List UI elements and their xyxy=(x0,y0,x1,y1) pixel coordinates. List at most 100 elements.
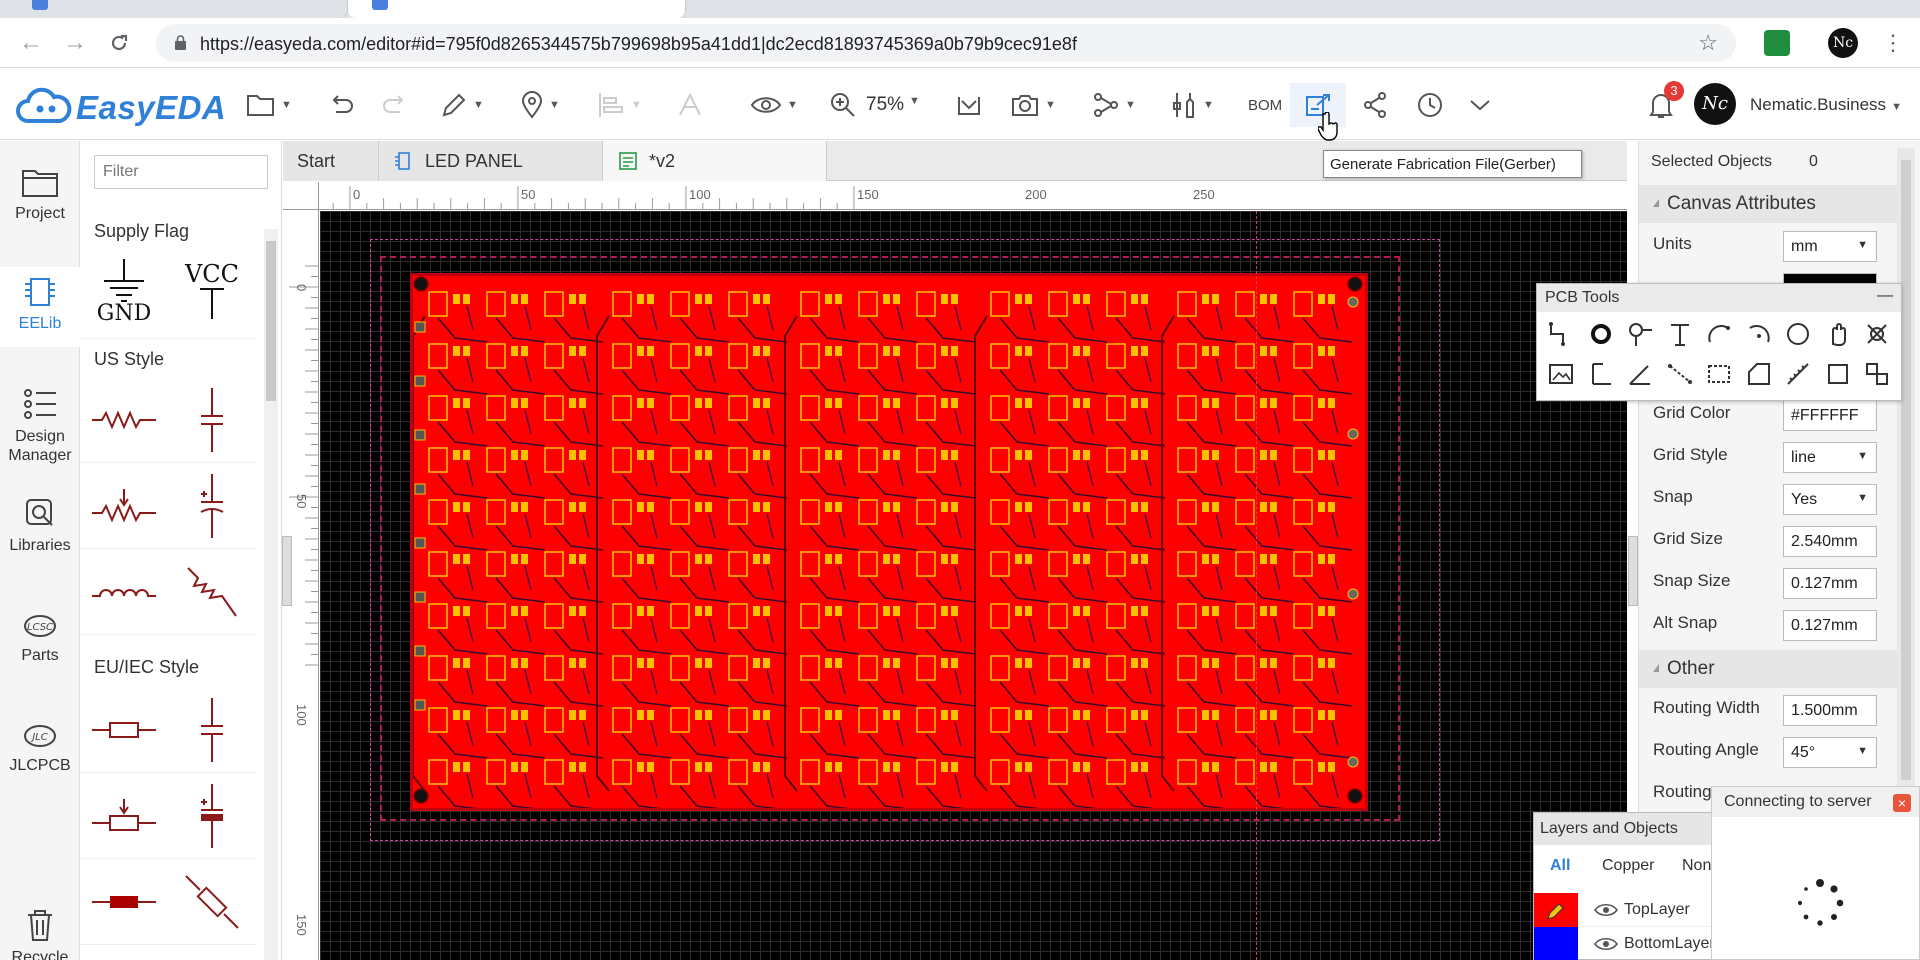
draw-tool-button[interactable]: ▼ xyxy=(440,85,484,125)
led-footprint[interactable] xyxy=(486,551,506,577)
browser-tab[interactable] xyxy=(8,0,348,18)
bookmark-star-icon[interactable]: ☆ xyxy=(1698,30,1718,56)
tools-button[interactable]: ▼ xyxy=(1170,85,1214,125)
track-icon[interactable] xyxy=(1545,318,1577,350)
led-footprint[interactable] xyxy=(800,655,820,681)
led-footprint[interactable] xyxy=(428,707,448,733)
led-footprint[interactable] xyxy=(1106,499,1126,525)
properties-scrollbar-thumb[interactable] xyxy=(1901,160,1911,780)
led-footprint[interactable] xyxy=(990,603,1010,629)
led-footprint[interactable] xyxy=(612,447,632,473)
led-footprint[interactable] xyxy=(544,447,564,473)
led-footprint[interactable] xyxy=(990,707,1010,733)
routing-angle-select[interactable]: 45° xyxy=(1783,737,1877,768)
align-button[interactable]: ▼ xyxy=(596,85,642,125)
led-footprint[interactable] xyxy=(800,707,820,733)
group-icon[interactable] xyxy=(1861,358,1893,390)
section-canvas-attributes[interactable]: Canvas Attributes xyxy=(1639,185,1901,223)
led-footprint[interactable] xyxy=(1235,655,1255,681)
rail-item-parts[interactable]: LCSC Parts xyxy=(0,611,80,665)
rail-item-project[interactable]: Project xyxy=(0,165,80,223)
pcb-board[interactable] xyxy=(410,273,1368,811)
tab-start[interactable]: Start xyxy=(283,141,379,181)
led-footprint[interactable] xyxy=(1235,603,1255,629)
rail-item-jlcpcb[interactable]: JLC JLCPCB xyxy=(0,721,80,775)
led-footprint[interactable] xyxy=(1177,551,1197,577)
led-footprint[interactable] xyxy=(1177,655,1197,681)
led-footprint[interactable] xyxy=(670,603,690,629)
reload-icon[interactable] xyxy=(106,30,132,56)
led-footprint[interactable] xyxy=(670,395,690,421)
inductor-symbol[interactable] xyxy=(80,549,168,635)
led-footprint[interactable] xyxy=(1106,655,1126,681)
led-footprint[interactable] xyxy=(1235,343,1255,369)
led-footprint[interactable] xyxy=(544,499,564,525)
led-footprint[interactable] xyxy=(1106,603,1126,629)
format-button[interactable] xyxy=(676,85,704,125)
address-bar[interactable]: https://easyeda.com/editor#id=795f0d8265… xyxy=(156,24,1736,62)
led-footprint[interactable] xyxy=(1048,655,1068,681)
led-footprint[interactable] xyxy=(612,343,632,369)
led-footprint[interactable] xyxy=(728,551,748,577)
led-footprint[interactable] xyxy=(1048,447,1068,473)
close-icon[interactable]: × xyxy=(1893,794,1911,812)
collapse-right-handle[interactable] xyxy=(1628,536,1638,606)
led-footprint[interactable] xyxy=(990,551,1010,577)
snap-select[interactable]: Yes xyxy=(1783,484,1877,515)
led-footprint[interactable] xyxy=(1235,395,1255,421)
led-footprint[interactable] xyxy=(612,759,632,785)
led-footprint[interactable] xyxy=(1048,343,1068,369)
led-footprint[interactable] xyxy=(858,499,878,525)
led-footprint[interactable] xyxy=(1177,759,1197,785)
led-footprint[interactable] xyxy=(1235,759,1255,785)
led-footprint[interactable] xyxy=(1048,291,1068,317)
led-footprint[interactable] xyxy=(858,551,878,577)
led-footprint[interactable] xyxy=(428,291,448,317)
units-select[interactable]: mm xyxy=(1783,231,1877,262)
potentiometer-us-symbol[interactable] xyxy=(80,463,168,549)
pad-icon[interactable] xyxy=(1585,318,1617,350)
led-footprint[interactable] xyxy=(428,759,448,785)
led-footprint[interactable] xyxy=(428,395,448,421)
led-footprint[interactable] xyxy=(486,499,506,525)
led-footprint[interactable] xyxy=(670,759,690,785)
tab-v2[interactable]: *v2 xyxy=(603,141,827,181)
led-footprint[interactable] xyxy=(1048,551,1068,577)
led-footprint[interactable] xyxy=(1293,395,1313,421)
led-footprint[interactable] xyxy=(1235,291,1255,317)
led-footprint[interactable] xyxy=(1293,603,1313,629)
led-footprint[interactable] xyxy=(916,603,936,629)
led-footprint[interactable] xyxy=(1177,499,1197,525)
led-footprint[interactable] xyxy=(916,291,936,317)
rail-item-recycle[interactable]: Recycle xyxy=(0,907,80,960)
polarized-capacitor-symbol[interactable] xyxy=(168,463,256,549)
text-icon[interactable] xyxy=(1664,318,1696,350)
led-footprint[interactable] xyxy=(800,291,820,317)
led-footprint[interactable] xyxy=(1106,291,1126,317)
snap-size-input[interactable]: 0.127mm xyxy=(1783,568,1877,599)
led-footprint[interactable] xyxy=(612,603,632,629)
led-footprint[interactable] xyxy=(544,291,564,317)
led-footprint[interactable] xyxy=(1293,707,1313,733)
led-footprint[interactable] xyxy=(1177,707,1197,733)
led-footprint[interactable] xyxy=(1293,499,1313,525)
led-footprint[interactable] xyxy=(858,655,878,681)
led-footprint[interactable] xyxy=(990,447,1010,473)
led-footprint[interactable] xyxy=(916,499,936,525)
led-footprint[interactable] xyxy=(612,655,632,681)
collapse-left-handle[interactable] xyxy=(282,536,292,606)
capacitor-symbol[interactable] xyxy=(168,377,256,463)
led-footprint[interactable] xyxy=(916,759,936,785)
led-footprint[interactable] xyxy=(728,447,748,473)
via-icon[interactable] xyxy=(1624,318,1656,350)
connect-pad-icon[interactable] xyxy=(1664,358,1696,390)
led-footprint[interactable] xyxy=(990,655,1010,681)
layer-row-toplayer[interactable]: TopLayer xyxy=(1534,893,1712,927)
led-footprint[interactable] xyxy=(858,447,878,473)
led-footprint[interactable] xyxy=(858,291,878,317)
alt-snap-input[interactable]: 0.127mm xyxy=(1783,610,1877,641)
led-footprint[interactable] xyxy=(916,395,936,421)
arc-center-icon[interactable] xyxy=(1743,318,1775,350)
led-footprint[interactable] xyxy=(612,707,632,733)
led-footprint[interactable] xyxy=(1293,447,1313,473)
